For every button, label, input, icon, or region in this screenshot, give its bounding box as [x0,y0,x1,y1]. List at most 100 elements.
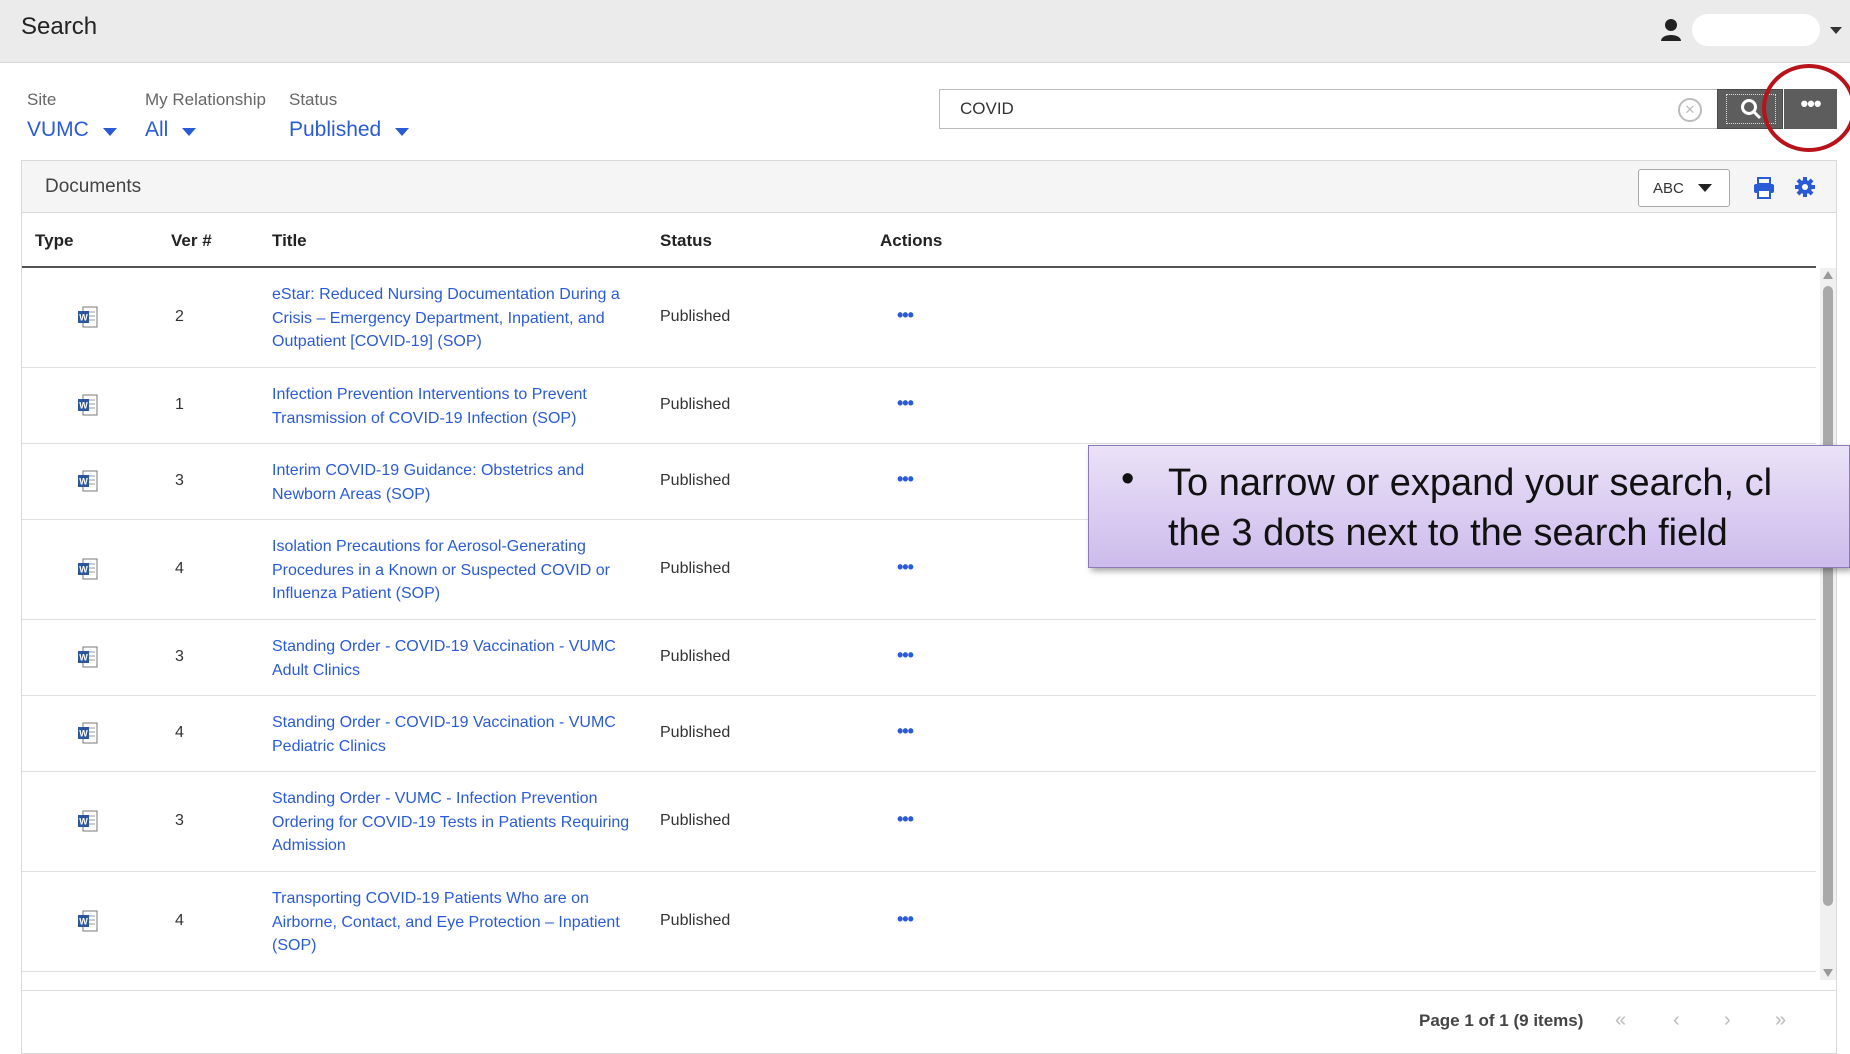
table-header: Type Ver # Title Status Actions [22,213,1816,268]
row-title-link[interactable]: Standing Order - COVID-19 Vaccination - … [272,711,642,758]
next-page-button[interactable]: › [1724,1009,1731,1032]
vertical-scrollbar[interactable] [1820,268,1836,980]
filter-site: Site VUMC [27,90,117,142]
filter-relationship: My Relationship All [145,90,266,142]
row-status: Published [660,724,731,741]
svg-text:W: W [79,477,88,487]
row-title-link[interactable]: Standing Order - COVID-19 Vaccination - … [272,635,642,682]
instruction-callout: • To narrow or expand your search, cl th… [1088,445,1850,568]
last-page-button[interactable]: » [1775,1009,1786,1032]
print-icon[interactable] [1753,177,1775,199]
word-document-icon: W [78,646,98,668]
row-status: Published [660,472,731,489]
search-input[interactable] [958,98,1642,120]
col-type[interactable]: Type [35,231,73,251]
sort-dropdown[interactable]: ABC [1638,169,1730,207]
filter-site-value: VUMC [27,118,89,141]
svg-text:W: W [79,401,88,411]
word-document-icon: W [78,910,98,932]
sort-value: ABC [1653,179,1684,197]
callout-text: To narrow or expand your search, cl the … [1168,458,1849,558]
col-ver[interactable]: Ver # [171,231,212,251]
more-options-icon: ••• [1800,91,1821,116]
filter-relationship-label: My Relationship [145,90,266,109]
row-actions-button[interactable]: ••• [897,809,914,830]
row-actions-button[interactable]: ••• [897,909,914,930]
filter-site-dropdown[interactable]: VUMC [27,118,117,142]
row-status: Published [660,912,731,929]
table-body: W 2 eStar: Reduced Nursing Documentation… [22,268,1816,972]
prev-page-button[interactable]: ‹ [1673,1009,1680,1032]
word-document-icon: W [78,306,98,328]
row-actions-button[interactable]: ••• [897,645,914,666]
word-document-icon: W [78,394,98,416]
clear-icon[interactable]: ✕ [1678,98,1702,122]
svg-text:W: W [79,729,88,739]
top-bar: Search [0,0,1850,63]
row-version: 2 [175,308,184,325]
first-page-button[interactable]: « [1615,1009,1626,1032]
word-document-icon: W [78,722,98,744]
row-title-link[interactable]: Isolation Precautions for Aerosol-Genera… [272,535,642,606]
col-actions: Actions [880,231,943,250]
row-actions-button[interactable]: ••• [897,469,914,490]
filter-relationship-dropdown[interactable]: All [145,118,266,142]
table-row[interactable]: W 4 Transporting COVID-19 Patients Who a… [22,872,1816,972]
row-title-link[interactable]: Standing Order - VUMC - Infection Preven… [272,787,642,858]
row-actions-button[interactable]: ••• [897,305,914,326]
svg-text:W: W [79,817,88,827]
row-status: Published [660,812,731,829]
chevron-down-icon [182,128,197,136]
chevron-down-icon [102,128,117,136]
more-options-button[interactable]: ••• [1784,89,1837,129]
row-actions-button[interactable]: ••• [897,557,914,578]
svg-text:W: W [79,565,88,575]
user-name [1692,14,1820,46]
row-version: 3 [175,472,184,489]
row-status: Published [660,648,731,665]
documents-panel: Documents ABC Type Ver # Title Status Ac… [21,160,1837,1054]
row-actions-button[interactable]: ••• [897,393,914,414]
filter-status-dropdown[interactable]: Published [289,118,410,142]
scroll-up-icon[interactable] [1823,271,1833,279]
row-version: 4 [175,912,184,929]
row-title-link[interactable]: Interim COVID-19 Guidance: Obstetrics an… [272,459,642,506]
row-version: 3 [175,648,184,665]
table-row[interactable]: W 1 Infection Prevention Interventions t… [22,368,1816,444]
table-row[interactable]: W 4 Standing Order - COVID-19 Vaccinatio… [22,696,1816,772]
user-menu[interactable] [1660,12,1850,48]
table-footer: Page 1 of 1 (9 items) « ‹ › » [22,990,1836,1054]
chevron-down-icon [395,128,410,136]
col-title[interactable]: Title [272,231,307,251]
page-info: Page 1 of 1 (9 items) [1419,1011,1584,1030]
table-row[interactable]: W 3 Standing Order - VUMC - Infection Pr… [22,772,1816,872]
word-document-icon: W [78,810,98,832]
user-icon [1661,19,1681,41]
col-status[interactable]: Status [660,231,712,251]
row-title-link[interactable]: Infection Prevention Interventions to Pr… [272,383,642,430]
row-actions-button[interactable]: ••• [897,721,914,742]
table-row[interactable]: W 3 Standing Order - COVID-19 Vaccinatio… [22,620,1816,696]
row-version: 3 [175,812,184,829]
chevron-down-icon [1697,184,1712,192]
panel-header: Documents ABC [22,161,1836,213]
svg-text:W: W [79,313,88,323]
page-title: Search [21,13,98,40]
word-document-icon: W [78,558,98,580]
filter-status-label: Status [289,90,338,109]
row-version: 4 [175,560,184,577]
scrollbar-thumb[interactable] [1823,286,1833,906]
filter-status-value: Published [289,118,382,141]
word-document-icon: W [78,470,98,492]
search-box: ✕ [939,89,1717,129]
gear-icon[interactable] [1795,177,1815,197]
row-status: Published [660,308,731,325]
row-title-link[interactable]: Transporting COVID-19 Patients Who are o… [272,887,642,958]
table-row[interactable]: W 2 eStar: Reduced Nursing Documentation… [22,268,1816,368]
search-button[interactable] [1717,89,1783,129]
row-version: 1 [175,396,184,413]
chevron-down-icon [1830,27,1842,34]
scroll-down-icon[interactable] [1823,969,1833,977]
row-title-link[interactable]: eStar: Reduced Nursing Documentation Dur… [272,283,642,354]
callout-line-1: To narrow or expand your search, cl [1168,462,1773,504]
